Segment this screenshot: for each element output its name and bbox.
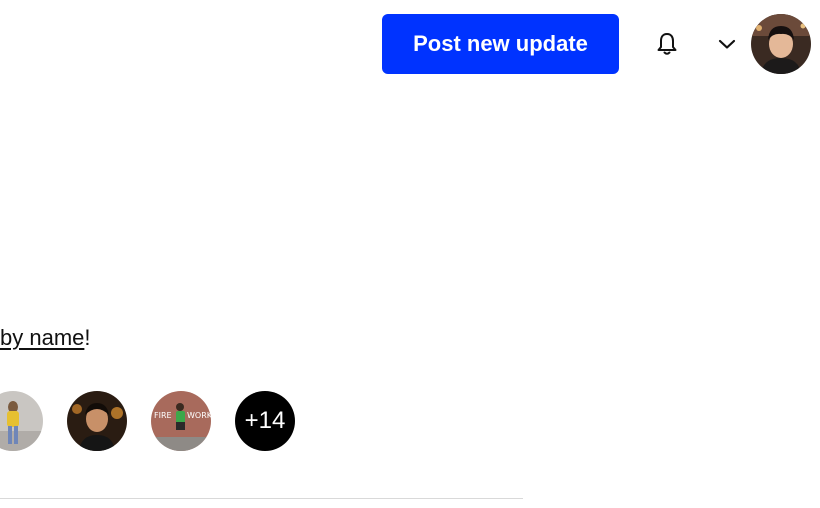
name-message-punctuation: ! <box>84 325 91 350</box>
bell-icon <box>657 33 677 55</box>
team-member-avatar[interactable]: FIRE WORKS <box>151 391 211 451</box>
avatar-photo <box>67 391 127 451</box>
notifications-button[interactable] <box>648 24 686 64</box>
page: Post new update by name! FIRE WORK +14 <box>0 0 820 508</box>
post-new-update-button[interactable]: Post new update <box>382 14 619 74</box>
user-photo <box>751 14 811 74</box>
account-menu-toggle[interactable] <box>712 28 742 60</box>
divider <box>0 498 523 499</box>
avatar-photo <box>0 391 43 451</box>
svg-text:WORKS: WORKS <box>187 411 211 420</box>
name-message: by name! <box>0 322 91 354</box>
team-member-avatar[interactable] <box>0 391 43 451</box>
user-avatar[interactable] <box>751 14 811 74</box>
team-member-avatar[interactable] <box>67 391 127 451</box>
by-name-link[interactable]: by name <box>0 325 84 350</box>
avatar-photo: FIRE WORKS <box>151 391 211 451</box>
more-members-badge[interactable]: +14 <box>235 391 295 451</box>
svg-text:FIRE: FIRE <box>154 411 172 420</box>
chevron-down-icon <box>718 39 736 49</box>
